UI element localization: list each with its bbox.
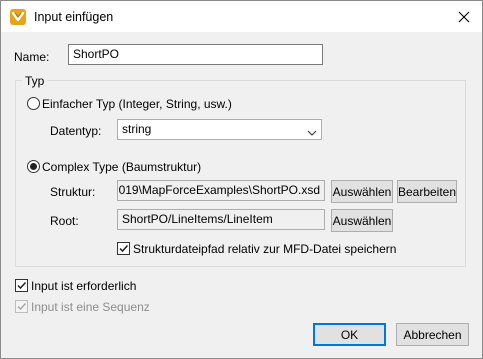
mapforce-app-icon: [10, 9, 26, 25]
relative-path-checkbox[interactable]: [117, 242, 130, 255]
close-button[interactable]: [447, 1, 481, 32]
checkmark-icon: [119, 244, 129, 253]
close-icon: [458, 11, 470, 22]
checkmark-icon: [17, 281, 27, 290]
chevron-down-icon: [307, 125, 317, 139]
root-select-button[interactable]: Auswählen: [331, 209, 393, 232]
root-path-field[interactable]: ShortPO/LineItems/LineItem: [117, 209, 325, 230]
simple-type-radio[interactable]: [27, 97, 40, 110]
complex-type-label[interactable]: Complex Type (Baumstruktur): [42, 160, 201, 174]
input-required-checkbox[interactable]: [15, 279, 28, 292]
struktur-path-value: e2019\MapForceExamples\ShortPO.xsd: [117, 183, 320, 197]
complex-type-radio[interactable]: [27, 160, 40, 173]
typ-group-legend: Typ: [22, 74, 48, 88]
datentyp-value: string: [122, 122, 152, 136]
datentyp-label: Datentyp:: [50, 124, 102, 138]
ok-button[interactable]: OK: [313, 323, 386, 346]
struktur-label: Struktur:: [50, 185, 96, 199]
cancel-button[interactable]: Abbrechen: [396, 323, 469, 346]
name-input[interactable]: ShortPO: [68, 44, 323, 65]
input-required-label[interactable]: Input ist erforderlich: [31, 279, 136, 293]
struktur-select-button[interactable]: Auswählen: [331, 180, 393, 203]
dialog-title: Input einfügen: [34, 10, 114, 24]
struktur-path-field[interactable]: e2019\MapForceExamples\ShortPO.xsd: [117, 180, 325, 201]
title-bar: Input einfügen: [1, 1, 482, 32]
checkmark-icon: [17, 302, 27, 311]
relative-path-label[interactable]: Strukturdateipfad relativ zur MFD-Datei …: [133, 242, 396, 256]
struktur-edit-button[interactable]: Bearbeiten: [397, 180, 457, 203]
input-sequence-label: Input ist eine Sequenz: [31, 300, 150, 314]
insert-input-dialog: Input einfügen Name: ShortPO Typ Einfach…: [0, 0, 483, 359]
input-sequence-checkbox: [15, 300, 28, 313]
datentyp-select[interactable]: string: [117, 119, 322, 140]
simple-type-label[interactable]: Einfacher Typ (Integer, String, usw.): [42, 97, 232, 111]
root-label: Root:: [50, 214, 79, 228]
name-label: Name:: [14, 50, 50, 64]
